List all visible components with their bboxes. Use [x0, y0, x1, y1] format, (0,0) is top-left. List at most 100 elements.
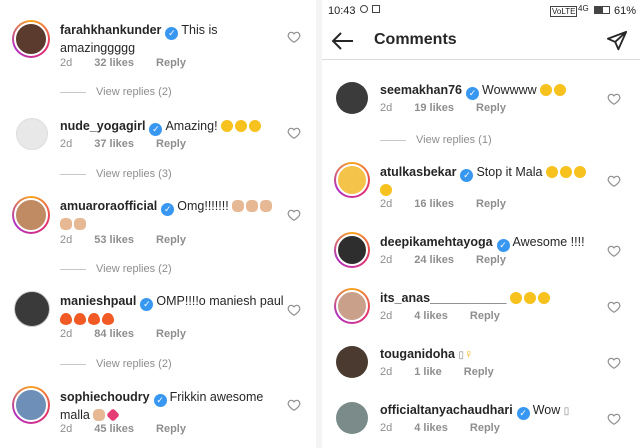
volte-badge: VoLTE — [550, 6, 578, 17]
view-replies-link[interactable]: View replies (2) — [60, 86, 172, 98]
comment-meta: 2d 19 likes Reply — [380, 102, 506, 114]
reply-button[interactable]: Reply — [476, 102, 506, 114]
avatar[interactable] — [12, 196, 50, 234]
verified-badge-icon: ✓ — [140, 298, 154, 311]
signal-4g-icon: 4G — [578, 4, 589, 13]
reply-button[interactable]: Reply — [156, 328, 186, 340]
view-replies-link[interactable]: View replies (2) — [60, 358, 172, 370]
avatar[interactable] — [336, 346, 368, 378]
status-time: 10:43 — [328, 5, 356, 17]
verified-badge-icon: ✓ — [460, 169, 474, 182]
heart-icon[interactable] — [287, 126, 301, 140]
reply-button[interactable]: Reply — [476, 198, 506, 210]
notification-icon — [372, 5, 380, 13]
comment-time: 2d — [60, 57, 73, 69]
comment-meta: 2d 4 likes Reply — [380, 310, 500, 322]
username[interactable]: touganidoha — [380, 347, 455, 361]
laughing-emoji-icon — [249, 120, 262, 132]
heart-icon[interactable] — [607, 244, 621, 258]
comment-body: Omg!!!!!!! — [177, 199, 229, 213]
comment-text: atulkasbekar ✓ Stop it Mala — [380, 164, 620, 198]
comment-text: sophiechoudry ✓ Frikkin awesome malla — [60, 389, 280, 423]
back-arrow-icon[interactable] — [332, 32, 354, 50]
avatar[interactable] — [334, 232, 370, 268]
comment-body: Wowwww — [482, 83, 537, 97]
hug-emoji-icon — [524, 292, 536, 304]
comment-text: touganidoha ▯♀ — [380, 346, 620, 364]
verified-badge-icon: ✓ — [496, 239, 510, 252]
comment-item: seemakhan76 ✓ Wowwww 2d 19 likes Reply — [322, 72, 640, 122]
comment-item: deepikamehtayoga ✓ Awesome !!!! 2d 24 likes… — [322, 228, 640, 274]
username[interactable]: officialtanyachaudhari — [380, 403, 513, 417]
heart-icon[interactable] — [287, 208, 301, 222]
username[interactable]: sophiechoudry — [60, 390, 150, 404]
verified-badge-icon: ✓ — [165, 27, 179, 40]
username[interactable]: nude_yogagirl — [60, 119, 145, 133]
reply-button[interactable]: Reply — [156, 57, 186, 69]
view-replies-link[interactable]: View replies (1) — [380, 134, 492, 146]
username[interactable]: manieshpaul — [60, 294, 136, 308]
reply-button[interactable]: Reply — [470, 310, 500, 322]
verified-badge-icon: ✓ — [516, 407, 530, 420]
username[interactable]: seemakhan76 — [380, 83, 462, 97]
laughing-emoji-icon — [235, 120, 248, 132]
hug-emoji-icon — [573, 166, 586, 178]
reply-button[interactable]: Reply — [156, 423, 186, 435]
username[interactable]: atulkasbekar — [380, 165, 456, 179]
reply-button[interactable]: Reply — [470, 422, 500, 434]
avatar[interactable] — [334, 162, 370, 198]
comments-header: Comments — [322, 22, 640, 60]
comment-body: OMP!!!!o maniesh paul — [156, 294, 284, 308]
heart-icon[interactable] — [607, 174, 621, 188]
likes-count[interactable]: 32 likes — [94, 57, 134, 69]
comment-item: manieshpaul ✓ OMP!!!!o maniesh paul 2d 84 l… — [0, 285, 316, 347]
avatar[interactable] — [334, 288, 370, 324]
fire-emoji-icon — [74, 313, 86, 325]
comment-item: officialtanyachaudhari ✓ Wow ▯ 2d 4 likes Re… — [322, 396, 640, 448]
fire-emoji-icon — [102, 313, 114, 325]
comment-item: its_anas___________ 2d 4 likes Reply — [322, 284, 640, 330]
view-replies-link[interactable]: View replies (3) — [60, 168, 172, 180]
status-bar: 10:43 VoLTE 4G 61% — [322, 0, 640, 22]
clapping-hands-emoji-icon — [60, 218, 72, 230]
comment-item: sophiechoudry ✓ Frikkin awesome malla 2d 45… — [0, 380, 316, 448]
raised-hands-emoji-icon — [93, 409, 106, 421]
username[interactable]: its_anas___________ — [380, 291, 507, 305]
comment-meta: 2d 32 likes Reply — [60, 57, 208, 69]
heart-icon[interactable] — [607, 412, 621, 426]
comment-meta: 2d 24 likes Reply — [380, 254, 506, 266]
reply-button[interactable]: Reply — [476, 254, 506, 266]
username[interactable]: farahkhankunder — [60, 23, 161, 37]
comment-item: atulkasbekar ✓ Stop it Mala 2d 16 likes Repl… — [322, 156, 640, 214]
heart-icon[interactable] — [287, 398, 301, 412]
avatar[interactable] — [14, 291, 50, 327]
heart-icon[interactable] — [287, 303, 301, 317]
comment-text: nude_yogagirl ✓ Amazing! — [60, 118, 290, 136]
view-replies-link[interactable]: View replies (2) — [60, 263, 172, 275]
heart-icon[interactable] — [607, 92, 621, 106]
reply-button[interactable]: Reply — [156, 138, 186, 150]
hug-emoji-icon — [538, 292, 550, 304]
avatar[interactable] — [336, 402, 368, 434]
comment-text: seemakhan76 ✓ Wowwww — [380, 82, 610, 100]
avatar[interactable] — [12, 20, 50, 58]
heart-icon[interactable] — [607, 300, 621, 314]
avatar[interactable] — [16, 118, 48, 150]
reply-button[interactable]: Reply — [464, 366, 494, 378]
page-title: Comments — [374, 31, 457, 48]
username[interactable]: deepikamehtayoga — [380, 235, 493, 249]
unsupported-glyph-icon: ▯ — [563, 406, 570, 417]
heart-icon[interactable] — [607, 356, 621, 370]
heart-icon[interactable] — [287, 30, 301, 44]
comment-body: Wow — [532, 403, 561, 417]
username[interactable]: amuaroraofficial — [60, 199, 157, 213]
comment-meta: 2d 37 likes Reply — [60, 138, 186, 150]
fire-emoji-icon — [60, 313, 72, 325]
avatar[interactable] — [12, 386, 50, 424]
notification-icon — [360, 5, 368, 13]
comment-meta: 2d 45 likes Reply — [60, 423, 186, 435]
avatar[interactable] — [336, 82, 368, 114]
reply-button[interactable]: Reply — [156, 234, 186, 246]
send-direct-icon[interactable] — [606, 30, 628, 52]
hug-emoji-icon — [559, 166, 572, 178]
